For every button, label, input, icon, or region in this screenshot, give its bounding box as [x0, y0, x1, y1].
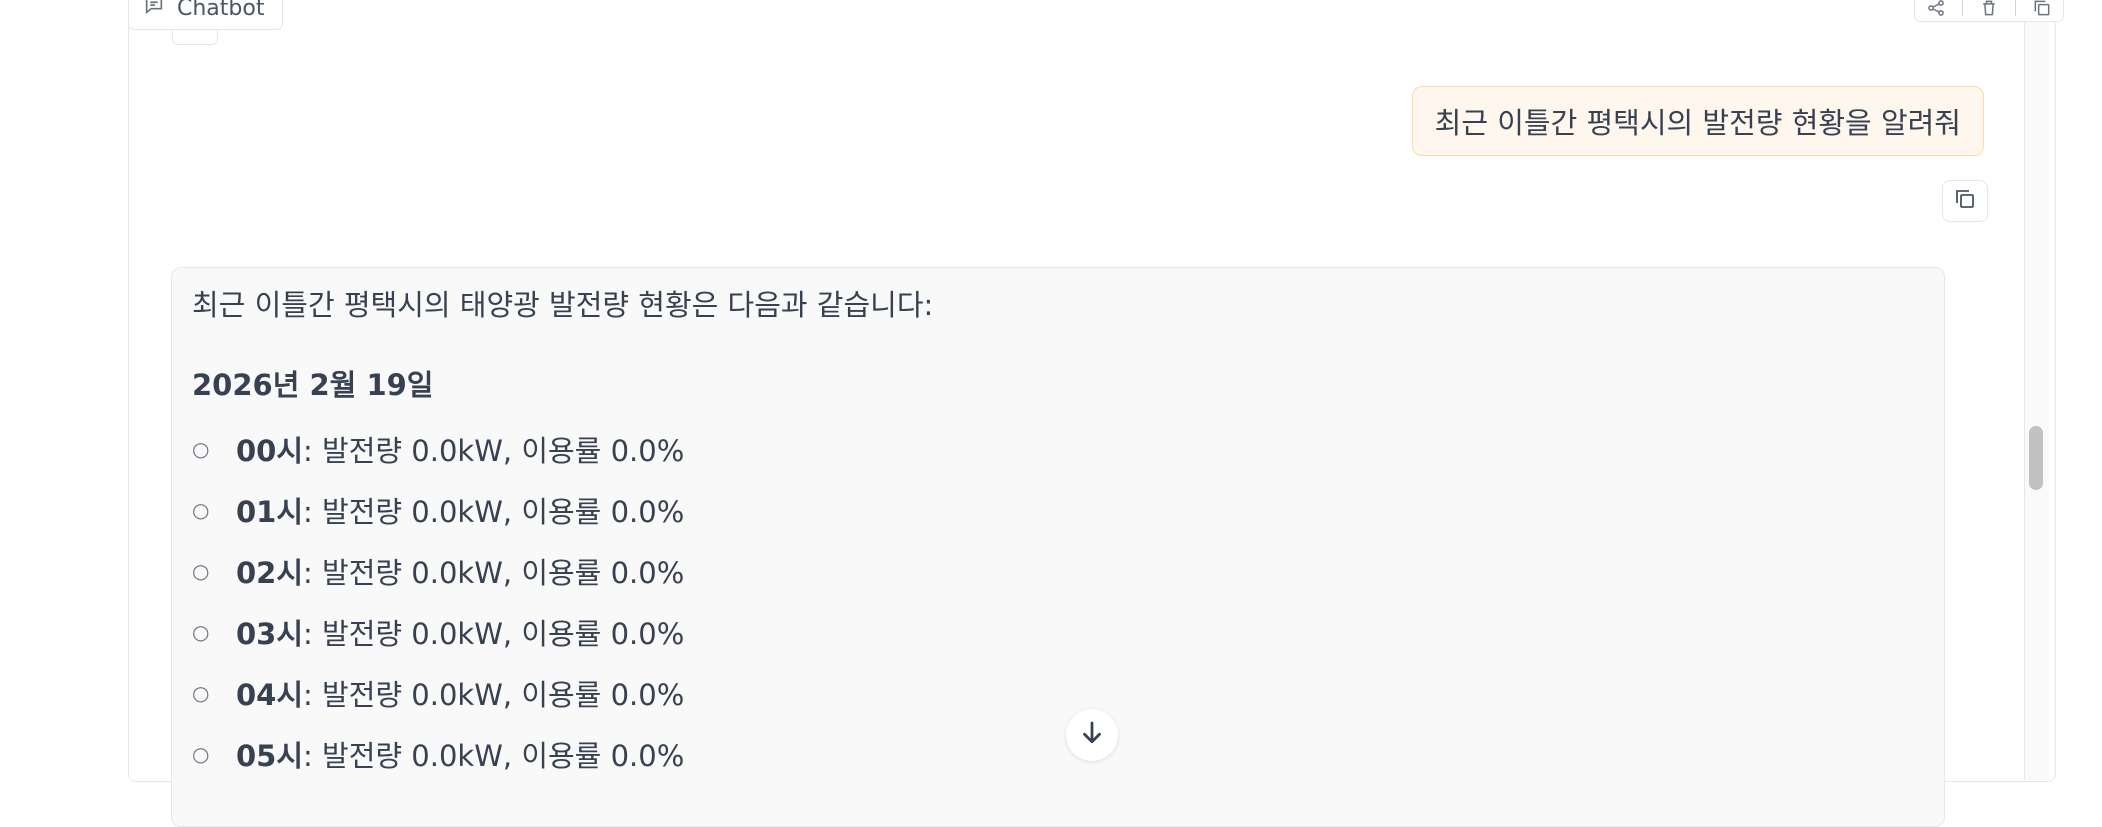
hour-detail: : 발전량 0.0kW, 이용률 0.0%	[303, 433, 685, 468]
bullet: ○	[192, 619, 210, 644]
bullet: ○	[192, 497, 210, 522]
bullet: ○	[192, 436, 210, 461]
copy-message-button[interactable]	[1942, 180, 1988, 222]
date-heading: 2026년 2월 19일	[192, 368, 434, 402]
hour-label: 05시	[236, 738, 304, 773]
list-item: ○ 01시: 발전량 0.0kW, 이용률 0.0%	[192, 479, 684, 540]
hour-label: 02시	[236, 555, 304, 590]
hour-detail: : 발전량 0.0kW, 이용률 0.0%	[303, 616, 685, 651]
share-icon[interactable]	[1921, 0, 1951, 19]
list-item: ○ 03시: 발전량 0.0kW, 이용률 0.0%	[192, 601, 684, 662]
user-message-text: 최근 이틀간 평택시의 발전량 현황을 알려줘	[1434, 106, 1961, 140]
hour-detail: : 발전량 0.0kW, 이용률 0.0%	[303, 677, 685, 712]
bullet: ○	[192, 741, 210, 766]
list-item: ○ 04시: 발전량 0.0kW, 이용률 0.0%	[192, 662, 684, 723]
user-message: 최근 이틀간 평택시의 발전량 현황을 알려줘	[1411, 86, 1984, 156]
action-divider	[2015, 0, 2017, 16]
hour-label: 01시	[236, 494, 304, 529]
list-item: ○ 02시: 발전량 0.0kW, 이용률 0.0%	[192, 540, 684, 601]
hour-label: 04시	[236, 677, 304, 712]
chatbot-actions	[1914, 0, 2064, 22]
hour-label: 03시	[236, 616, 304, 651]
copy-icon[interactable]	[2027, 0, 2057, 19]
bullet: ○	[192, 558, 210, 583]
chatbot-label: Chatbot	[128, 0, 284, 30]
bullet: ○	[192, 680, 210, 705]
scrollbar-thumb[interactable]	[2029, 426, 2043, 490]
list-item: ○ 05시: 발전량 0.0kW, 이용률 0.0%	[192, 723, 684, 784]
action-divider	[1961, 0, 1963, 16]
list-item: ○ 00시: 발전량 0.0kW, 이용률 0.0%	[192, 418, 684, 479]
trash-icon[interactable]	[1974, 0, 2004, 19]
bot-intro: 최근 이틀간 평택시의 태양광 발전량 현황은 다음과 같습니다:	[192, 288, 934, 322]
hour-label: 00시	[236, 433, 304, 468]
bot-message: 최근 이틀간 평택시의 태양광 발전량 현황은 다음과 같습니다: 2026년 …	[171, 267, 1945, 827]
hour-detail: : 발전량 0.0kW, 이용률 0.0%	[303, 738, 685, 773]
chatbot-label-text: Chatbot	[177, 0, 265, 21]
arrow-down-icon	[1077, 718, 1107, 752]
chat-icon	[143, 0, 165, 22]
hour-detail: : 발전량 0.0kW, 이용률 0.0%	[303, 494, 685, 529]
scroll-to-bottom-button[interactable]	[1066, 709, 1118, 761]
copy-icon	[1953, 187, 1977, 215]
scrollbar[interactable]	[2024, 0, 2049, 780]
hour-detail: : 발전량 0.0kW, 이용률 0.0%	[303, 555, 685, 590]
hourly-list: ○ 00시: 발전량 0.0kW, 이용률 0.0% ○ 01시: 발전량 0.0k…	[192, 418, 684, 784]
